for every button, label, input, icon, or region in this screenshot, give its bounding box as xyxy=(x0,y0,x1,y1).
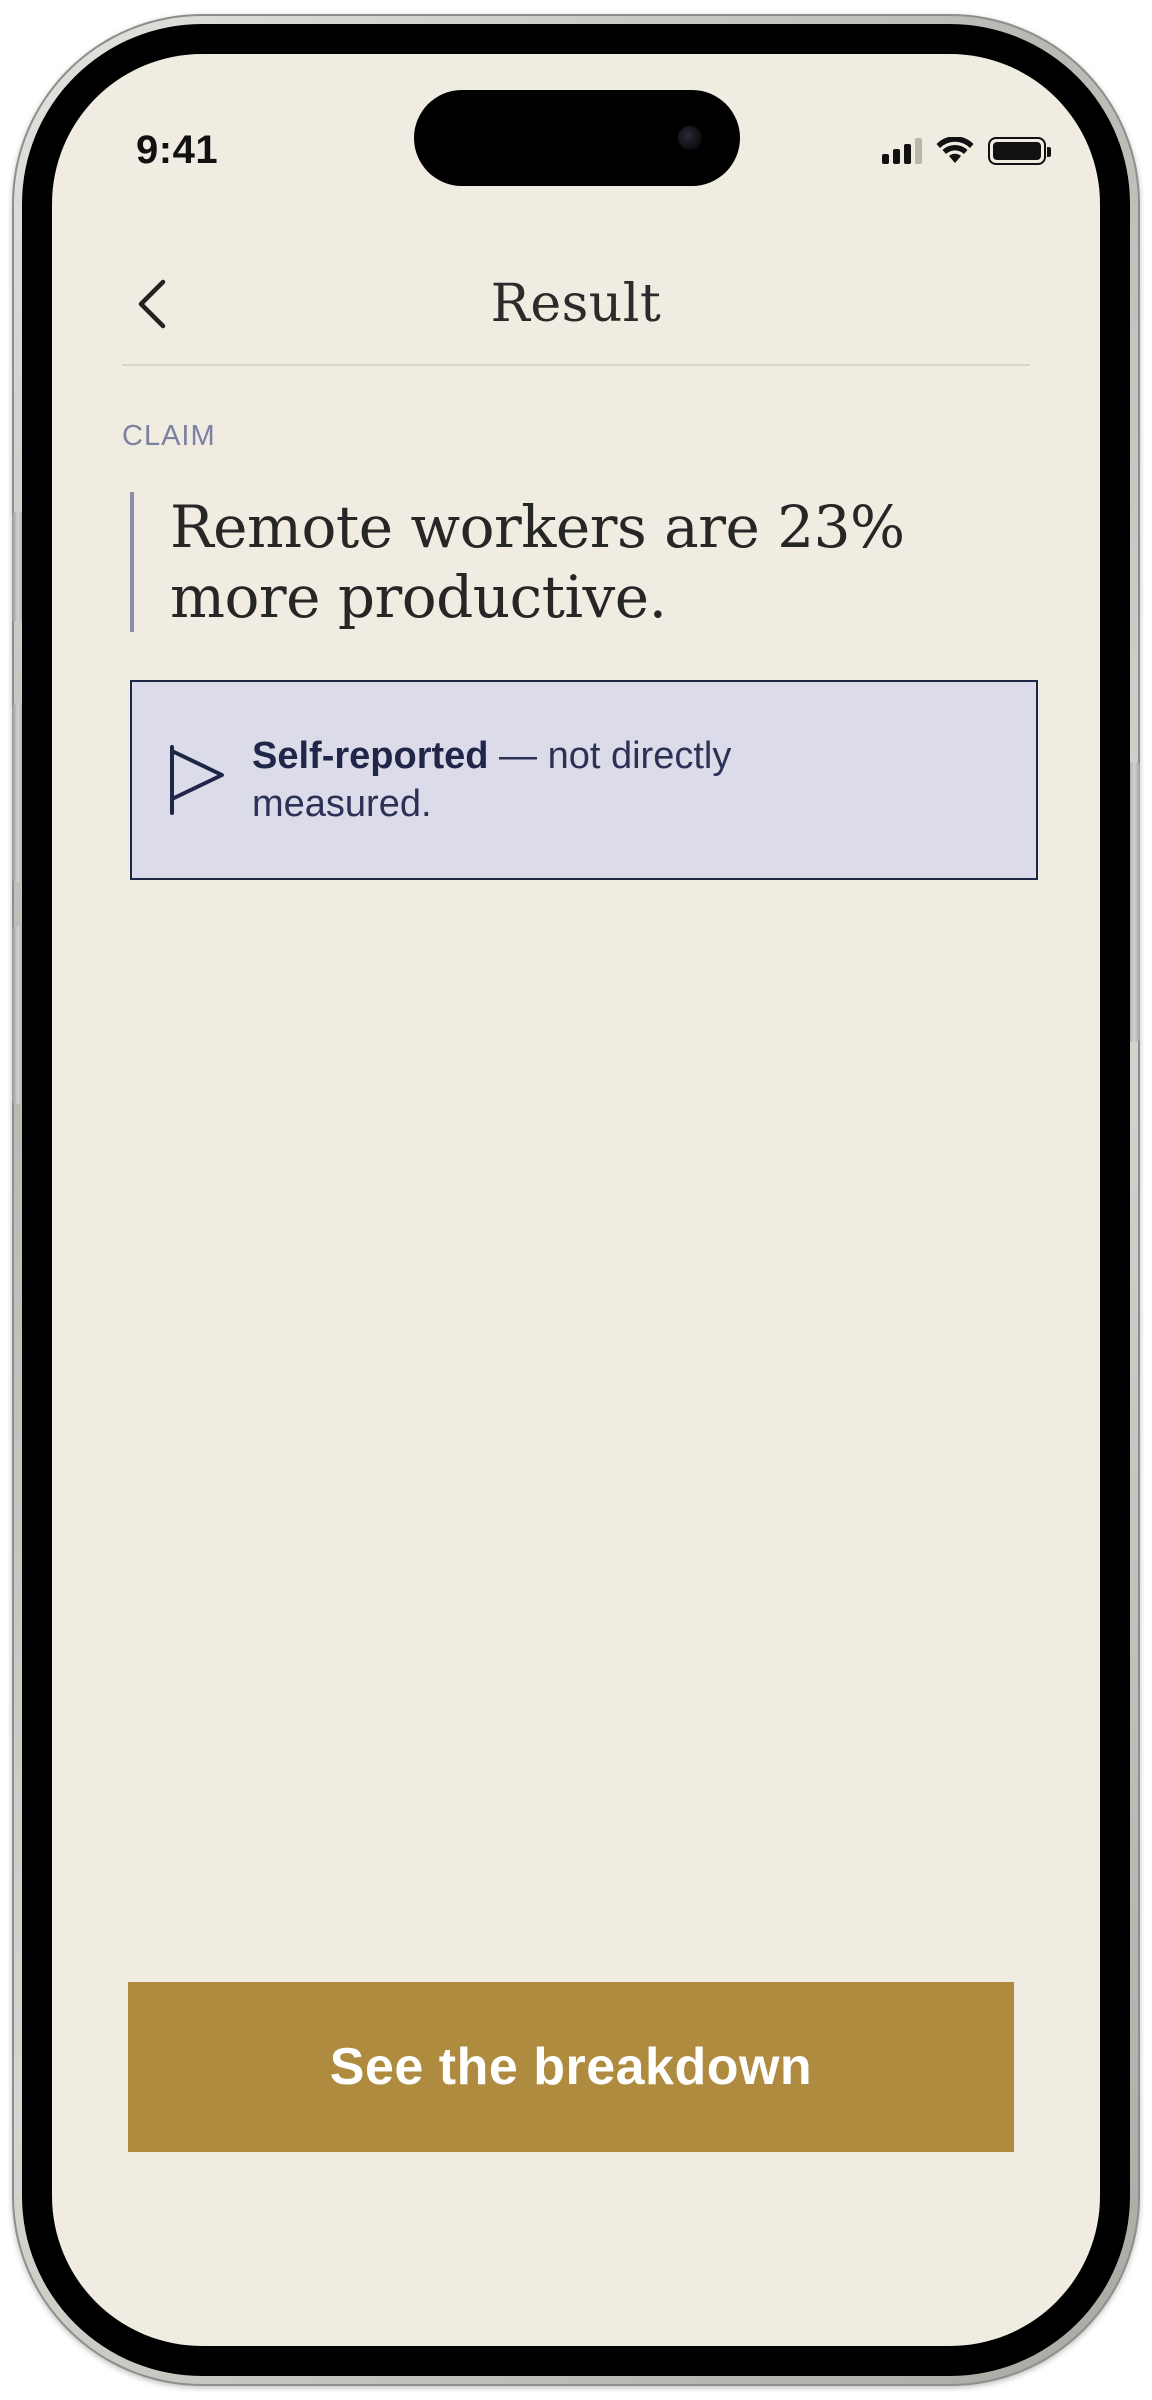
battery-icon xyxy=(988,137,1051,165)
verdict-text: Self-reported — not directly measured. xyxy=(252,732,872,828)
claim-text: Remote workers are 23% more productive. xyxy=(170,493,905,631)
see-breakdown-button[interactable]: See the breakdown xyxy=(128,1982,1014,2152)
flag-icon xyxy=(170,745,224,815)
dynamic-island xyxy=(414,90,740,186)
claim-label: CLAIM xyxy=(122,420,216,452)
verdict-status: Self-reported xyxy=(252,735,489,777)
front-camera-icon xyxy=(678,126,702,150)
page-title: Result xyxy=(490,274,662,334)
verdict-notice: Self-reported — not directly measured. xyxy=(130,680,1038,880)
nav-header: Result xyxy=(122,254,1030,366)
status-icons xyxy=(882,134,1051,168)
claim-quote: Remote workers are 23% more productive. xyxy=(130,492,990,632)
phone-screen: 9:41 Result CLAIM Remote workers are 23%… xyxy=(52,54,1100,2346)
status-time: 9:41 xyxy=(136,128,219,172)
cellular-signal-icon xyxy=(882,138,922,164)
status-bar: 9:41 xyxy=(52,54,1100,204)
wifi-icon xyxy=(936,137,974,163)
